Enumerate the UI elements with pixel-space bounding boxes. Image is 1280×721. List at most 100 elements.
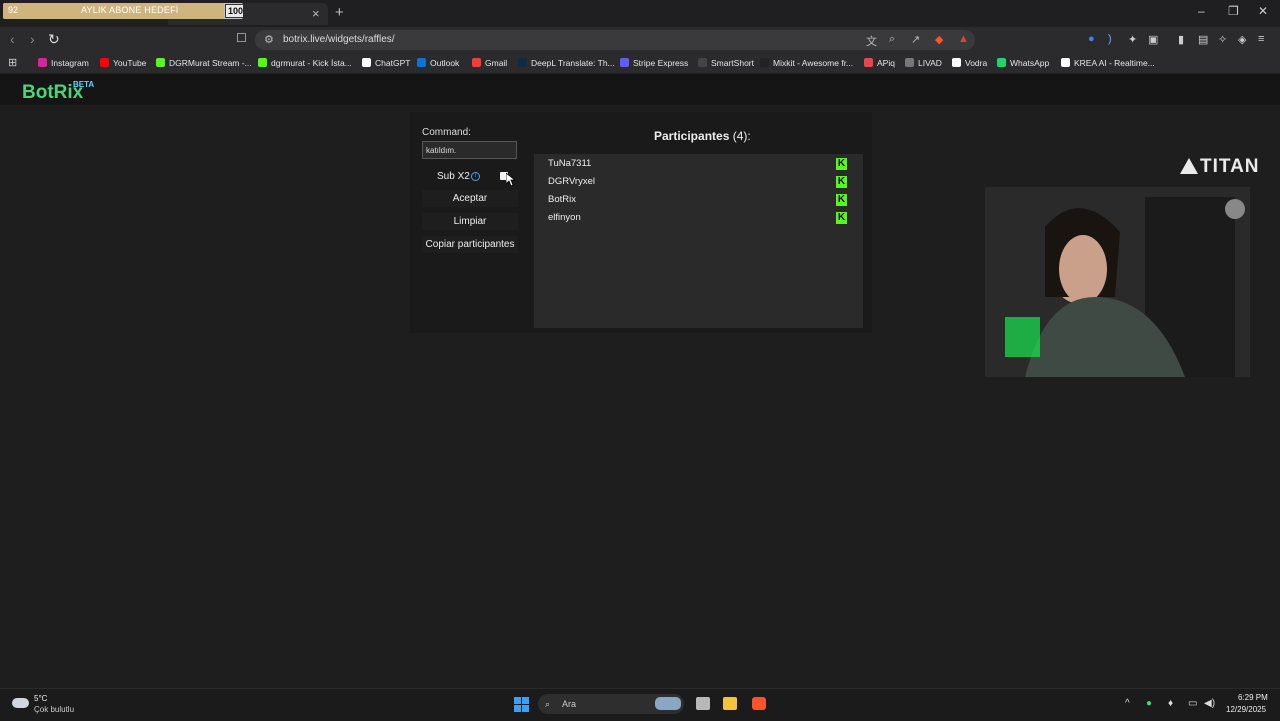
info-icon[interactable]: i — [471, 172, 480, 181]
task-view-icon[interactable] — [696, 697, 710, 710]
bookmark-item[interactable]: DGRMurat Stream -... — [156, 58, 252, 68]
webcam-image — [985, 187, 1250, 377]
beta-badge: BETA — [73, 80, 95, 89]
extensions-icon[interactable]: ✦ — [1128, 33, 1137, 46]
mouse-cursor-icon — [506, 173, 515, 187]
kick-platform-icon: K — [836, 158, 847, 170]
bookmark-favicon-icon — [905, 58, 914, 67]
command-input[interactable] — [422, 141, 517, 159]
accept-button[interactable]: Aceptar — [422, 190, 518, 207]
bookmark-label: Vodra — [965, 58, 988, 68]
clear-button[interactable]: Limpiar — [422, 213, 518, 230]
site-info-icon[interactable]: ⚙ — [264, 33, 274, 46]
bookmark-favicon-icon — [952, 58, 961, 67]
extension-icon[interactable]: ● — [1088, 33, 1095, 45]
bookmark-item[interactable]: SmartShort — [698, 58, 754, 68]
bookmark-label: ChatGPT — [375, 58, 411, 68]
tab-search-icon[interactable]: ▤ — [1198, 33, 1208, 46]
clock-time[interactable]: 6:29 PM — [1238, 693, 1268, 702]
bookmark-item[interactable]: YouTube — [100, 58, 146, 68]
tray-overflow-icon[interactable]: ^ — [1125, 698, 1130, 709]
leo-icon[interactable]: ✧ — [1218, 33, 1227, 46]
webcam-feed — [985, 187, 1250, 377]
bookmark-item[interactable]: LIVAD — [905, 58, 942, 68]
bookmark-favicon-icon — [362, 58, 371, 67]
bookmark-label: dgrmurat - Kick İsta... — [271, 58, 352, 68]
bookmark-item[interactable]: WhatsApp — [997, 58, 1049, 68]
bookmark-favicon-icon — [864, 58, 873, 67]
kick-platform-icon: K — [836, 212, 847, 224]
bookmark-icon[interactable]: ☐ — [236, 31, 247, 45]
bookmark-label: Instagram — [51, 58, 89, 68]
bookmark-item[interactable]: Mixkit - Awesome fr... — [760, 58, 853, 68]
bookmark-label: APiq — [877, 58, 895, 68]
bookmark-favicon-icon — [156, 58, 165, 67]
titan-logo-icon — [1180, 158, 1198, 174]
reload-icon[interactable]: ↻ — [48, 31, 60, 48]
translate-icon[interactable]: 文 — [866, 33, 877, 49]
apps-grid-icon[interactable]: ⊞ — [8, 56, 17, 69]
command-label: Command: — [422, 127, 471, 138]
bookmark-label: DGRMurat Stream -... — [169, 58, 252, 68]
bookmark-item[interactable]: DeepL Translate: Th... — [518, 58, 615, 68]
bookmark-label: Mixkit - Awesome fr... — [773, 58, 854, 68]
network-icon[interactable]: ▭ — [1188, 698, 1197, 709]
microphone-icon[interactable]: ♦ — [1168, 698, 1173, 709]
volume-icon[interactable]: ◀) — [1204, 698, 1215, 709]
bookmark-favicon-icon — [38, 58, 47, 67]
bookmark-item[interactable]: APiq — [864, 58, 895, 68]
maximize-icon[interactable]: ❐ — [1228, 4, 1239, 18]
bookmark-label: KREA AI - Realtime... — [1074, 58, 1155, 68]
sidebar-icon[interactable]: ▮ — [1178, 33, 1184, 46]
back-icon[interactable]: ‹ — [10, 31, 15, 47]
bookmark-favicon-icon — [417, 58, 426, 67]
bookmark-favicon-icon — [1061, 58, 1070, 67]
weather-condition[interactable]: Çok bulutlu — [34, 705, 74, 714]
participants-title: Participantes — [654, 129, 730, 143]
bookmark-item[interactable]: Outlook — [417, 58, 459, 68]
tab-close-icon[interactable]: × — [312, 6, 320, 21]
participant-name: DGRVryxel — [548, 176, 595, 187]
bookmark-label: Outlook — [430, 58, 460, 68]
participant-name: elfinyon — [548, 212, 581, 223]
file-explorer-icon[interactable] — [723, 697, 737, 710]
audio-icon[interactable]: ) — [1108, 33, 1112, 45]
cloud-icon[interactable] — [12, 698, 29, 708]
share-icon[interactable]: ↗ — [911, 33, 920, 46]
clock-date[interactable]: 12/29/2025 — [1226, 705, 1266, 714]
wallet-icon[interactable]: ▣ — [1148, 33, 1158, 46]
windows-start-icon[interactable] — [514, 697, 529, 712]
sub-multiplier-label: Sub X2 — [437, 171, 470, 182]
menu-icon[interactable]: ≡ — [1258, 33, 1264, 45]
zoom-icon[interactable]: ⌕ — [889, 33, 895, 46]
bookmark-favicon-icon — [518, 58, 527, 67]
bookmark-item[interactable]: KREA AI - Realtime... — [1061, 58, 1155, 68]
status-dot-icon[interactable]: ● — [1146, 698, 1152, 709]
bookmark-item[interactable]: Gmail — [472, 58, 507, 68]
vpn-icon[interactable]: ◈ — [1238, 33, 1246, 46]
close-window-icon[interactable]: ✕ — [1258, 4, 1268, 18]
bookmark-item[interactable]: Instagram — [38, 58, 89, 68]
bookmark-item[interactable]: Stripe Express — [620, 58, 688, 68]
minimize-icon[interactable]: – — [1198, 4, 1205, 18]
url-text[interactable]: botrix.live/widgets/raffles/ — [283, 34, 395, 45]
bookmark-item[interactable]: ChatGPT — [362, 58, 410, 68]
bookmark-item[interactable]: Vodra — [952, 58, 987, 68]
forward-icon[interactable]: › — [30, 31, 35, 47]
bookmark-item[interactable]: dgrmurat - Kick İsta... — [258, 58, 352, 68]
brave-browser-icon[interactable] — [752, 697, 766, 710]
new-tab-icon[interactable]: + — [335, 4, 344, 21]
bookmark-favicon-icon — [258, 58, 267, 67]
brave-shields-icon[interactable]: ◆ — [935, 33, 943, 46]
kick-platform-icon: K — [836, 194, 847, 206]
weather-temperature[interactable]: 5°C — [34, 694, 47, 703]
bookmark-favicon-icon — [997, 58, 1006, 67]
subscriber-goal-bar: 92 AYLIK ABONE HEDEFİ 100 — [3, 3, 243, 19]
participants-heading: Participantes (4): — [654, 129, 751, 143]
copy-participants-button[interactable]: Copiar participantes — [422, 236, 518, 253]
participant-name: BotRix — [548, 194, 576, 205]
sponsor-logo: TITAN — [1200, 156, 1260, 177]
brave-rewards-icon[interactable]: ▲ — [958, 33, 969, 45]
goal-title: AYLIK ABONE HEDEFİ — [81, 5, 179, 15]
bookmark-favicon-icon — [698, 58, 707, 67]
